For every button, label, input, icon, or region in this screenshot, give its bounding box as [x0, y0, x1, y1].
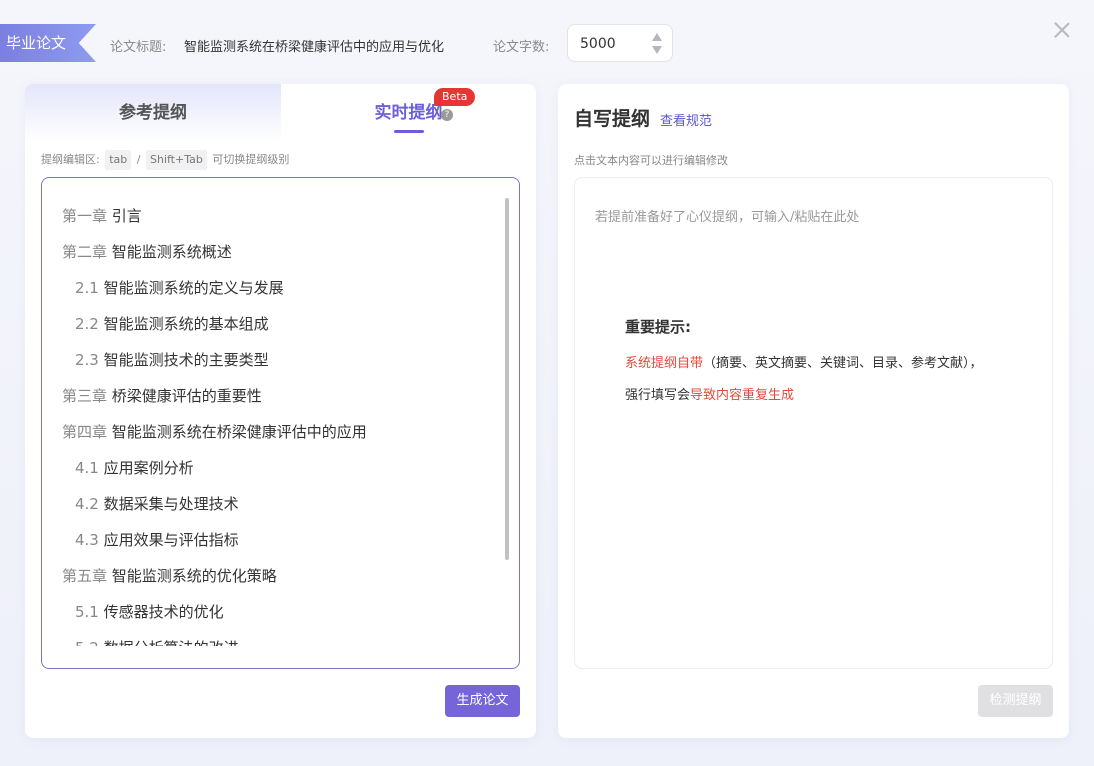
- increment-arrow-icon[interactable]: [652, 33, 662, 41]
- thesis-title: 智能监测系统在桥梁健康评估中的应用与优化: [184, 40, 445, 55]
- tab-live-label: 实时提纲: [374, 103, 443, 123]
- outline-editor[interactable]: 第一章 引言 第二章 智能监测系统概述 2.1 智能监测系统的定义与发展 2.2 智能…: [41, 177, 520, 669]
- outline-item[interactable]: 第五章 智能监测系统的优化策略: [62, 558, 482, 594]
- outline-item-text: 传感器技术的优化: [103, 603, 224, 621]
- outline-item-number: 5.1: [75, 603, 99, 621]
- outline-item-text: 智能监测系统在桥梁健康评估中的应用: [111, 423, 367, 441]
- active-tab-underline: [394, 130, 424, 133]
- help-icon[interactable]: ?: [441, 109, 453, 121]
- beta-badge: Beta: [434, 88, 476, 106]
- outline-item[interactable]: 4.2 数据采集与处理技术: [62, 486, 482, 522]
- outline-item-number: 4.1: [75, 459, 99, 477]
- outline-item-text: 智能监测系统的定义与发展: [103, 279, 284, 297]
- outline-panel: 参考提纲 实时提纲 Beta ? 提纲编辑区: tab / Shift+Tab …: [25, 84, 536, 738]
- outline-item[interactable]: 2.1 智能监测系统的定义与发展: [62, 270, 482, 306]
- wordcount-label: 论文字数:: [493, 40, 550, 55]
- notice-line-2: 强行填写会导致内容重复生成: [625, 384, 794, 403]
- outline-item[interactable]: 第四章 智能监测系统在桥梁健康评估中的应用: [62, 414, 482, 450]
- wordcount-stepper[interactable]: 5000: [567, 24, 673, 62]
- outline-item-number: 第四章: [62, 423, 108, 441]
- outline-item-number: 4.2: [75, 495, 99, 513]
- notice-title: 重要提示:: [625, 318, 691, 336]
- outline-tabs: 参考提纲 实时提纲 Beta ?: [25, 84, 536, 142]
- outline-item-number: 2.2: [75, 315, 99, 333]
- wordcount-value[interactable]: 5000: [580, 36, 616, 52]
- outline-list[interactable]: 第一章 引言 第二章 智能监测系统概述 2.1 智能监测系统的定义与发展 2.2 智能…: [62, 198, 482, 646]
- edit-hint: 点击文本内容可以进行编辑修改: [574, 154, 728, 167]
- outline-item-number: 第二章: [62, 243, 108, 261]
- notice-text-2: 强行填写会: [625, 388, 691, 403]
- outline-item-number: 2.3: [75, 351, 99, 369]
- outline-item[interactable]: 4.3 应用效果与评估指标: [62, 522, 482, 558]
- notice-text-1: （摘要、英文摘要、关键词、目录、参考文献），: [703, 356, 983, 371]
- outline-item-text: 智能监测系统的优化策略: [111, 567, 277, 585]
- outline-item-text: 智能监测系统的基本组成: [103, 315, 269, 333]
- outline-item-text: 数据分析算法的改进: [104, 639, 239, 646]
- outline-item-number: 2.1: [75, 279, 99, 297]
- notice-red-1: 系统提纲自带: [625, 356, 704, 371]
- custom-outline-editor[interactable]: 若提前准备好了心仪提纲，可输入/粘贴在此处 重要提示: 系统提纲自带（摘要、英文…: [574, 177, 1053, 669]
- view-spec-link[interactable]: 查看规范: [660, 110, 712, 129]
- notice-red-2: 导致内容重复生成: [690, 388, 795, 403]
- close-icon[interactable]: [1052, 20, 1072, 40]
- outline-item[interactable]: 5.1 传感器技术的优化: [62, 594, 482, 630]
- outline-item-number: 第一章: [62, 207, 108, 225]
- custom-outline-title: 自写提纲: [574, 108, 651, 130]
- outline-item[interactable]: 2.2 智能监测系统的基本组成: [62, 306, 482, 342]
- outline-item-text: 智能监测技术的主要类型: [103, 351, 269, 369]
- outline-item-text: 应用案例分析: [103, 459, 194, 477]
- outline-item-text: 应用效果与评估指标: [103, 531, 239, 549]
- outline-item[interactable]: 2.3 智能监测技术的主要类型: [62, 342, 482, 378]
- tab-live-outline[interactable]: 实时提纲: [281, 84, 536, 142]
- generate-paper-button[interactable]: 生成论文: [445, 685, 520, 717]
- custom-outline-panel: 自写提纲 查看规范 点击文本内容可以进行编辑修改 若提前准备好了心仪提纲，可输入…: [558, 84, 1069, 738]
- outline-item-number: 5.2: [75, 639, 99, 646]
- hint-suffix: 可切换提纲级别: [212, 153, 290, 166]
- outline-item-text: 数据采集与处理技术: [103, 495, 239, 513]
- outline-item-number: 4.3: [75, 531, 99, 549]
- outline-item-text: 引言: [111, 207, 142, 225]
- check-outline-button[interactable]: 检测提纲: [978, 685, 1053, 717]
- outline-item[interactable]: 4.1 应用案例分析: [62, 450, 482, 486]
- outline-item[interactable]: 第一章 引言: [62, 198, 482, 234]
- outline-item[interactable]: 第三章 桥梁健康评估的重要性: [62, 378, 482, 414]
- outline-item-text: 智能监测系统概述: [111, 243, 232, 261]
- decrement-arrow-icon[interactable]: [652, 46, 662, 54]
- outline-item-number: 第三章: [62, 387, 108, 405]
- outline-edit-hint: 提纲编辑区: tab / Shift+Tab 可切换提纲级别: [41, 150, 289, 170]
- title-label: 论文标题:: [110, 40, 167, 55]
- hint-prefix: 提纲编辑区:: [41, 153, 100, 166]
- outline-item[interactable]: 5.2 数据分析算法的改进: [62, 630, 482, 646]
- outline-scrollbar[interactable]: [505, 198, 509, 560]
- shift-tab-key: Shift+Tab: [145, 150, 207, 170]
- outline-item-number: 第五章: [62, 567, 108, 585]
- outline-item[interactable]: 第二章 智能监测系统概述: [62, 234, 482, 270]
- thesis-type-tag: 毕业论文: [0, 24, 96, 62]
- outline-item-text: 桥梁健康评估的重要性: [111, 387, 262, 405]
- editor-placeholder[interactable]: 若提前准备好了心仪提纲，可输入/粘贴在此处: [595, 206, 859, 225]
- notice-line-1: 系统提纲自带（摘要、英文摘要、关键词、目录、参考文献），: [625, 352, 983, 371]
- tab-key: tab: [105, 150, 132, 170]
- key-separator: /: [136, 153, 141, 166]
- tab-reference-outline[interactable]: 参考提纲: [25, 84, 281, 142]
